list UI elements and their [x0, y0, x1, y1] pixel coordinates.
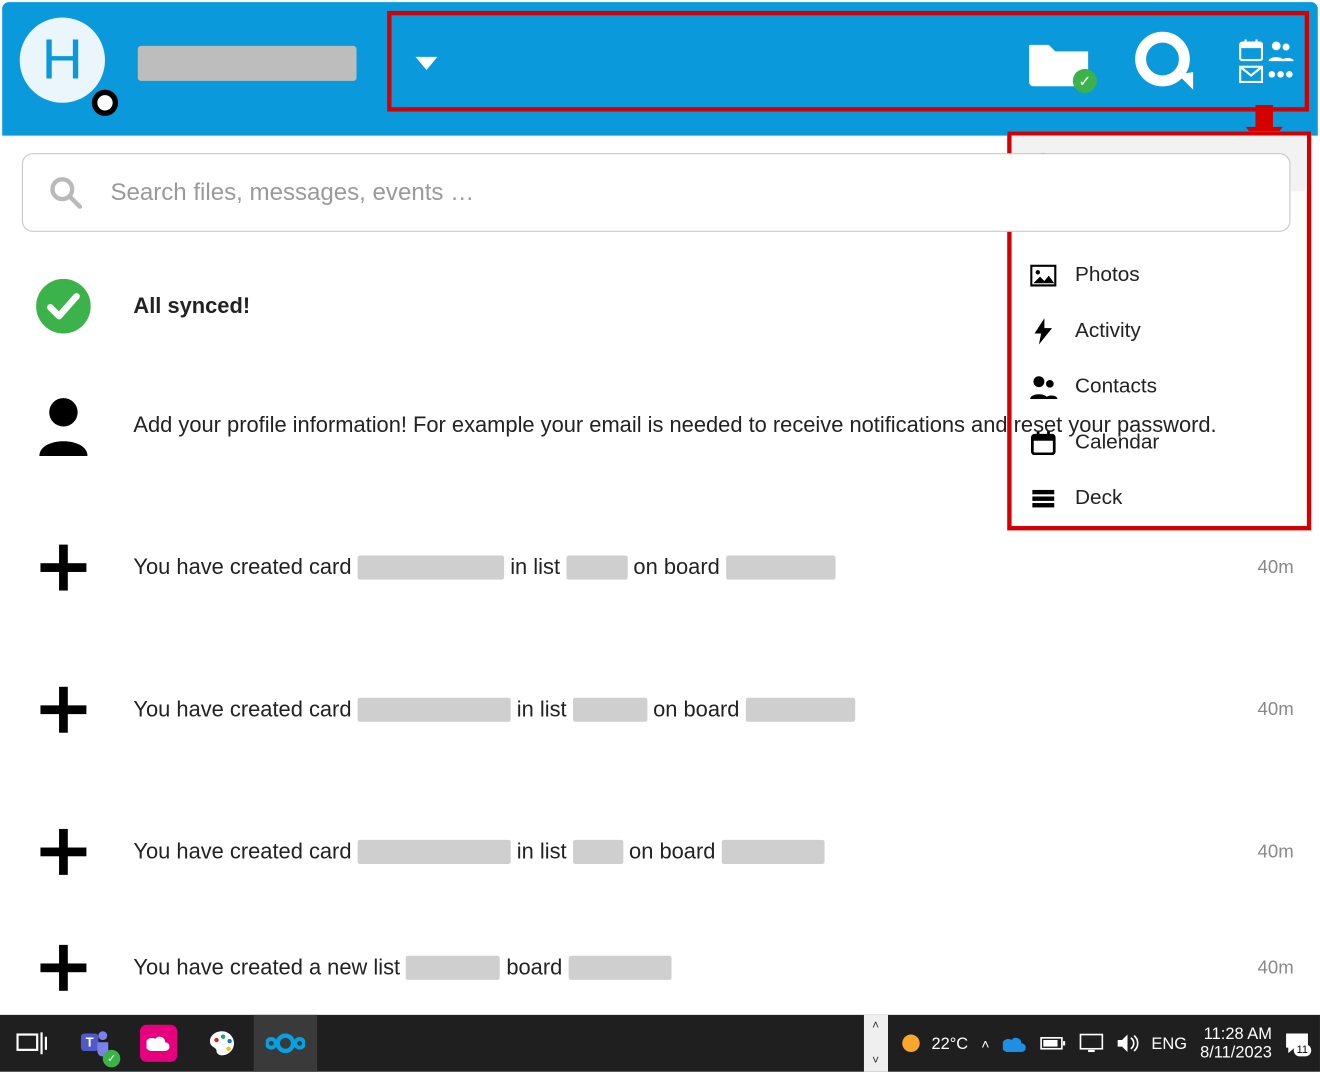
plus-icon	[31, 685, 97, 735]
plus-icon	[31, 827, 97, 877]
profile-prompt-text: Add your profile information! For exampl…	[133, 413, 1298, 438]
calendar-icon	[1239, 39, 1263, 61]
chevron-up-icon: ˄	[872, 1019, 879, 1032]
sync-status-row: All synced!	[31, 258, 1298, 354]
paint-icon	[206, 1027, 239, 1060]
taskbar-paint-button[interactable]	[190, 1015, 253, 1072]
activity-row[interactable]: You have created a new list board 40m	[31, 923, 1298, 1013]
tray-clock[interactable]: 11:28 AM 8/11/2023	[1200, 1024, 1272, 1062]
header-apps-cluster	[1239, 39, 1294, 83]
taskbar-teams-button[interactable]: T ✓	[63, 1015, 126, 1072]
activity-feed: All synced! Add your profile information…	[31, 258, 1298, 1006]
activity-time: 40m	[1258, 841, 1294, 863]
taskview-icon	[16, 1031, 47, 1055]
sync-status-text: All synced!	[133, 294, 1298, 319]
contacts-icon	[1267, 39, 1293, 61]
header-mail-button[interactable]	[1239, 66, 1263, 83]
person-icon	[31, 395, 97, 456]
header-more-button[interactable]	[1267, 66, 1293, 83]
tray-chevron-button[interactable]: ˄	[981, 1035, 989, 1051]
plus-icon	[31, 542, 97, 592]
chevron-down-icon: ˅	[872, 1054, 879, 1067]
mail-icon	[1239, 66, 1263, 83]
account-dropdown-caret-icon[interactable]	[416, 57, 438, 70]
activity-row[interactable]: You have created card in list on board 4…	[31, 496, 1298, 638]
talk-icon	[1134, 31, 1195, 92]
sync-ok-icon	[31, 279, 97, 334]
weather-widget[interactable]: 22°C	[899, 1031, 968, 1055]
user-avatar[interactable]: H	[20, 17, 116, 113]
tray-battery-icon[interactable]	[1040, 1036, 1066, 1051]
activity-text: You have created card in list on board	[133, 697, 1257, 722]
sync-ok-badge-icon: ✓	[1073, 69, 1097, 93]
nextcloud-icon	[266, 1032, 305, 1054]
sun-icon	[899, 1031, 923, 1055]
windows-taskbar: T ✓ ˄˅ 22°C ˄ ENG	[0, 1015, 1320, 1072]
activity-time: 40m	[1258, 699, 1294, 721]
activity-text: You have created card in list on board	[133, 555, 1257, 580]
more-icon	[1267, 66, 1293, 83]
plus-icon	[31, 943, 97, 993]
tray-time: 11:28 AM	[1200, 1024, 1272, 1043]
status-ring-icon	[92, 90, 118, 116]
activity-text: You have created card in list on board	[133, 839, 1257, 864]
app-header: H ✓	[2, 2, 1318, 135]
activity-text: You have created a new list board	[133, 955, 1257, 980]
user-name-redacted	[138, 46, 357, 81]
header-talk-button[interactable]	[1134, 31, 1195, 92]
search-input[interactable]	[108, 177, 1263, 208]
header-folder-button[interactable]: ✓	[1027, 36, 1090, 86]
unified-search[interactable]	[22, 153, 1291, 232]
cloud-app-icon	[140, 1025, 177, 1062]
svg-text:T: T	[86, 1035, 94, 1050]
activity-time: 40m	[1258, 557, 1294, 579]
taskbar-nextcloud-button[interactable]	[254, 1015, 317, 1072]
header-contacts-button[interactable]	[1267, 39, 1293, 61]
profile-prompt-row[interactable]: Add your profile information! For exampl…	[31, 354, 1298, 496]
tray-language[interactable]: ENG	[1151, 1034, 1187, 1053]
tray-monitor-icon[interactable]	[1079, 1033, 1103, 1053]
tray-volume-icon[interactable]	[1116, 1033, 1138, 1053]
tray-onedrive-icon[interactable]	[1003, 1035, 1027, 1052]
search-icon	[49, 176, 82, 209]
weather-temp: 22°C	[931, 1034, 968, 1053]
status-ok-badge-icon: ✓	[103, 1050, 120, 1067]
taskbar-app-pink-button[interactable]	[127, 1015, 190, 1072]
notification-count: 11	[1293, 1044, 1311, 1056]
tray-date: 8/11/2023	[1200, 1043, 1272, 1062]
taskbar-scroll-buttons[interactable]: ˄˅	[864, 1015, 888, 1072]
activity-time: 40m	[1258, 957, 1294, 979]
header-calendar-button[interactable]	[1239, 39, 1263, 61]
avatar-letter: H	[42, 27, 83, 93]
tray-notifications-button[interactable]: 11	[1285, 1032, 1309, 1054]
taskbar-taskview-button[interactable]	[0, 1015, 63, 1072]
activity-row[interactable]: You have created card in list on board 4…	[31, 639, 1298, 781]
activity-row[interactable]: You have created card in list on board 4…	[31, 781, 1298, 923]
